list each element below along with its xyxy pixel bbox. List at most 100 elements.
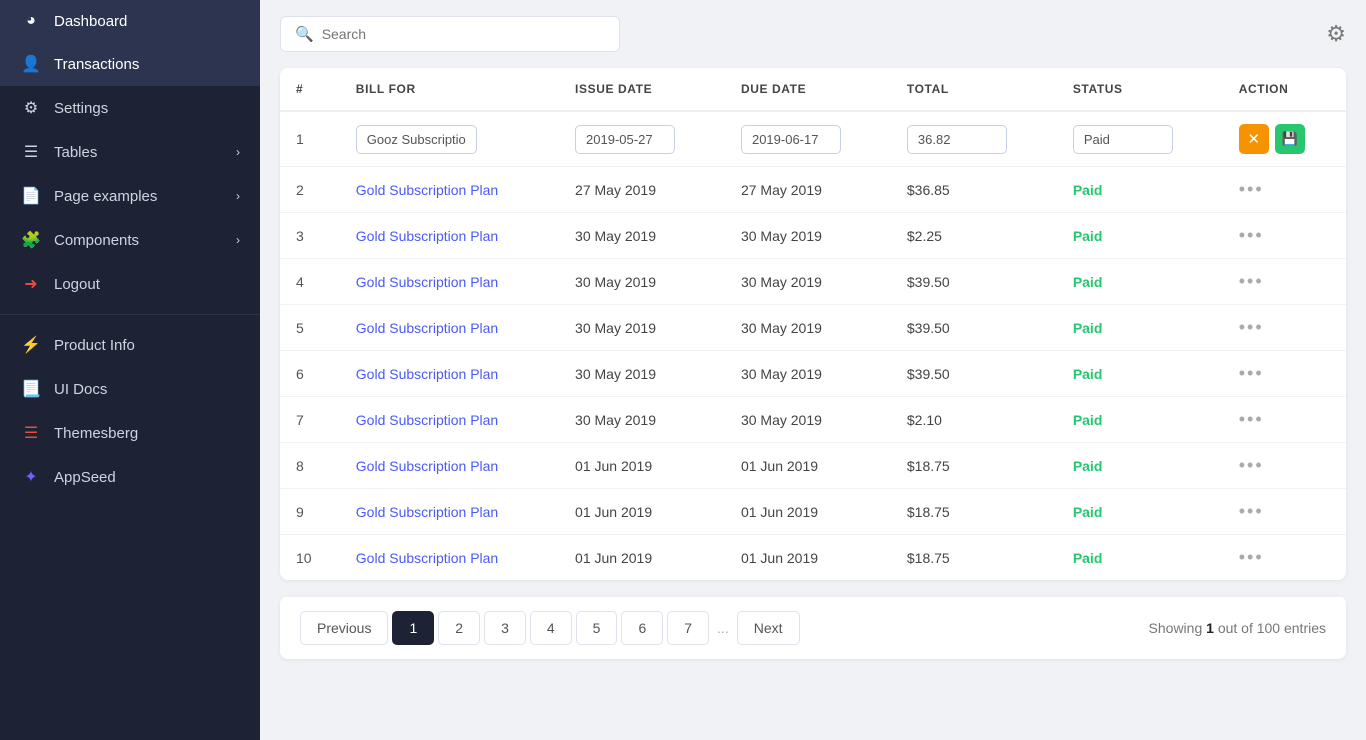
sidebar-item-transactions[interactable]: 👤 Transactions: [0, 42, 260, 86]
page-button-2[interactable]: 2: [438, 611, 480, 645]
sidebar-item-appseed[interactable]: ✦ AppSeed: [0, 455, 260, 499]
row-status: Paid: [1057, 443, 1223, 489]
settings-gear-button[interactable]: ⚙: [1326, 21, 1346, 47]
cancel-edit-button[interactable]: ✕: [1239, 124, 1269, 154]
table-icon: ☰: [20, 142, 42, 162]
row-status: Paid: [1057, 305, 1223, 351]
table-row: 6 Gold Subscription Plan 30 May 2019 30 …: [280, 351, 1346, 397]
search-box[interactable]: 🔍: [280, 16, 620, 52]
row-status: Paid: [1057, 351, 1223, 397]
showing-label: Showing: [1149, 620, 1207, 636]
save-edit-button[interactable]: 💾: [1275, 124, 1305, 154]
sidebar-item-product-info[interactable]: ⚡ Product Info: [0, 323, 260, 367]
row-due-date: 30 May 2019: [725, 351, 891, 397]
row-num: 9: [280, 489, 340, 535]
row-due-date: 01 Jun 2019: [725, 535, 891, 581]
row-due-date: 27 May 2019: [725, 167, 891, 213]
table-row: 7 Gold Subscription Plan 30 May 2019 30 …: [280, 397, 1346, 443]
row-action: ✕ 💾: [1223, 111, 1346, 167]
row-status: Paid: [1057, 397, 1223, 443]
row-issue-date: 30 May 2019: [559, 305, 725, 351]
row-num: 1: [280, 111, 340, 167]
table-body: 1 Gooz Subscriptio 2019-05-27 2019-06-17…: [280, 111, 1346, 580]
col-num: #: [280, 68, 340, 111]
editable-issue-date[interactable]: 2019-05-27: [575, 125, 675, 154]
row-bill-for: Gooz Subscriptio: [340, 111, 559, 167]
action-dots[interactable]: •••: [1239, 363, 1264, 383]
editable-status[interactable]: Paid: [1073, 125, 1173, 154]
action-dots[interactable]: •••: [1239, 179, 1264, 199]
editable-bill-for[interactable]: Gooz Subscriptio: [356, 125, 477, 154]
row-bill-for: Gold Subscription Plan: [340, 397, 559, 443]
row-due-date: 01 Jun 2019: [725, 443, 891, 489]
row-issue-date: 01 Jun 2019: [559, 489, 725, 535]
content-area: 🔍 ⚙ # BILL FOR ISSUE DATE DUE DATE TOTAL…: [260, 0, 1366, 740]
col-due-date: DUE DATE: [725, 68, 891, 111]
row-due-date: 30 May 2019: [725, 213, 891, 259]
chevron-right-icon: ›: [236, 233, 240, 247]
table-row: 1 Gooz Subscriptio 2019-05-27 2019-06-17…: [280, 111, 1346, 167]
row-total: $18.75: [891, 489, 1057, 535]
seedling-icon: ✦: [20, 467, 42, 487]
row-bill-for: Gold Subscription Plan: [340, 443, 559, 489]
row-action: •••: [1223, 443, 1346, 489]
row-status: Paid: [1057, 213, 1223, 259]
page-button-4[interactable]: 4: [530, 611, 572, 645]
sidebar-item-settings[interactable]: ⚙ Settings: [0, 86, 260, 130]
sidebar-item-components[interactable]: 🧩 Components ›: [0, 218, 260, 262]
action-dots[interactable]: •••: [1239, 271, 1264, 291]
row-action: •••: [1223, 535, 1346, 581]
col-issue-date: ISSUE DATE: [559, 68, 725, 111]
editable-total[interactable]: 36.82: [907, 125, 1007, 154]
col-bill-for: BILL FOR: [340, 68, 559, 111]
table-row: 5 Gold Subscription Plan 30 May 2019 30 …: [280, 305, 1346, 351]
row-action: •••: [1223, 305, 1346, 351]
sidebar-item-label: Tables: [54, 144, 97, 161]
action-dots[interactable]: •••: [1239, 409, 1264, 429]
row-num: 5: [280, 305, 340, 351]
page-button-7[interactable]: 7: [667, 611, 709, 645]
showing-suffix: out of 100 entries: [1218, 620, 1326, 636]
chevron-right-icon: ›: [236, 145, 240, 159]
table-row: 3 Gold Subscription Plan 30 May 2019 30 …: [280, 213, 1346, 259]
page-button-5[interactable]: 5: [576, 611, 618, 645]
sidebar-item-dashboard[interactable]: ◕ Dashboard: [0, 0, 260, 42]
showing-bold: 1: [1206, 620, 1214, 636]
row-total: $39.50: [891, 305, 1057, 351]
sidebar-item-themesberg[interactable]: ☰ Themesberg: [0, 411, 260, 455]
page-button-3[interactable]: 3: [484, 611, 526, 645]
row-action: •••: [1223, 397, 1346, 443]
top-bar: 🔍 ⚙: [260, 0, 1366, 68]
sidebar-item-label: Dashboard: [54, 13, 127, 30]
row-bill-for: Gold Subscription Plan: [340, 305, 559, 351]
action-dots[interactable]: •••: [1239, 501, 1264, 521]
editable-due-date[interactable]: 2019-06-17: [741, 125, 841, 154]
sidebar-item-ui-docs[interactable]: 📃 UI Docs: [0, 367, 260, 411]
sidebar-item-logout[interactable]: ➜ Logout: [0, 262, 260, 306]
table-row: 8 Gold Subscription Plan 01 Jun 2019 01 …: [280, 443, 1346, 489]
row-status: Paid: [1057, 259, 1223, 305]
sidebar-item-tables[interactable]: ☰ Tables ›: [0, 130, 260, 174]
bolt-icon: ⚡: [20, 335, 42, 355]
action-dots[interactable]: •••: [1239, 547, 1264, 567]
row-issue-date: 30 May 2019: [559, 213, 725, 259]
pie-chart-icon: ◕: [20, 12, 42, 30]
sidebar-item-page-examples[interactable]: 📄 Page examples ›: [0, 174, 260, 218]
pagination-ellipsis: ...: [713, 612, 733, 644]
row-total: $36.85: [891, 167, 1057, 213]
next-button[interactable]: Next: [737, 611, 800, 645]
row-num: 7: [280, 397, 340, 443]
row-total: $39.50: [891, 259, 1057, 305]
row-due-date: 30 May 2019: [725, 397, 891, 443]
table-row: 10 Gold Subscription Plan 01 Jun 2019 01…: [280, 535, 1346, 581]
action-dots[interactable]: •••: [1239, 317, 1264, 337]
page-button-6[interactable]: 6: [621, 611, 663, 645]
page-button-1[interactable]: 1: [392, 611, 434, 645]
row-num: 10: [280, 535, 340, 581]
action-dots[interactable]: •••: [1239, 455, 1264, 475]
sidebar-item-label: Page examples: [54, 188, 157, 205]
pagination-bar: Previous 1 2 3 4 5 6 7 ... Next Showing …: [280, 596, 1346, 659]
previous-button[interactable]: Previous: [300, 611, 388, 645]
action-dots[interactable]: •••: [1239, 225, 1264, 245]
search-input[interactable]: [322, 26, 605, 42]
